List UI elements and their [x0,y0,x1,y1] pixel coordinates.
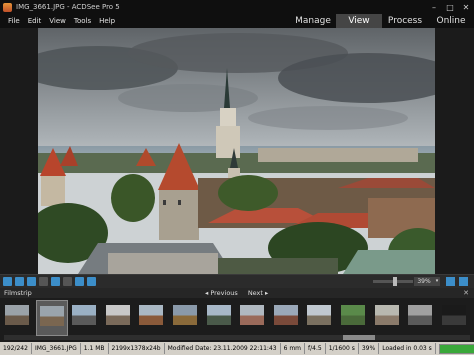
status-modified: Modified Date: 23.11.2009 22:11:43 [165,343,281,354]
previous-button[interactable]: ◂ Previous [205,289,238,297]
thumbnail-image [72,305,96,325]
menu-file[interactable]: File [8,17,20,25]
zoom-dropdown-arrow-icon[interactable]: ▾ [434,277,440,286]
main-photo [38,28,435,274]
status-bar: 192/242 IMG_3661.JPG 1.1 MB 2199x1378x24… [0,342,474,355]
filmstrip-thumb-10[interactable] [304,300,334,334]
close-button[interactable]: ✕ [458,2,474,13]
status-aperture: f/4.5 [305,343,326,354]
filmstrip-thumb-5[interactable] [136,300,166,334]
maximize-button[interactable]: □ [442,2,458,13]
thumbnail-image [341,305,365,325]
thumbnail-image [442,305,466,325]
nav-back-icon[interactable] [3,277,12,286]
filmstrip-thumb-3[interactable] [69,300,99,334]
filmstrip-thumb-12[interactable] [372,300,402,334]
thumbnail-image [274,305,298,325]
menu-tools[interactable]: Tools [74,17,91,25]
status-filename: IMG_3661.JPG [32,343,81,354]
thumbnail-image [307,305,331,325]
filmstrip-thumb-8[interactable] [237,300,267,334]
thumbnail-image [240,305,264,325]
rotate-left-icon[interactable] [27,277,36,286]
filmstrip-header: Filmstrip ◂ Previous Next ▸ ✕ [0,288,474,298]
thumbnail-image [40,306,64,326]
menu-bar: File Edit View Tools Help Manage View Pr… [0,14,474,28]
filmstrip-thumb-13[interactable] [405,300,435,334]
window-title: IMG_3661.JPG - ACDSee Pro 5 [16,3,120,11]
thumbnail-image [5,305,29,325]
mode-tabs: Manage View Process Online [290,14,474,28]
filmstrip [0,298,474,342]
menu-help[interactable]: Help [99,17,115,25]
menu-edit[interactable]: Edit [28,17,42,25]
thumbnail-image [106,305,130,325]
fit-icon[interactable] [87,277,96,286]
thumbnail-image [173,305,197,325]
filmstrip-thumb-1[interactable] [2,300,32,334]
image-viewer[interactable] [0,28,474,274]
tab-online[interactable]: Online [428,14,474,28]
tab-process[interactable]: Process [382,14,428,28]
thumbnail-image [207,305,231,325]
zoom-slider[interactable] [373,277,413,286]
status-filesize: 1.1 MB [81,343,109,354]
status-progress-bar [438,343,474,354]
tab-view[interactable]: View [336,14,382,28]
next-button[interactable]: Next ▸ [248,289,268,297]
filmstrip-label: Filmstrip [4,289,32,297]
filmstrip-thumb-9[interactable] [271,300,301,334]
filmstrip-close-icon[interactable]: ✕ [463,289,469,297]
fullscreen-icon[interactable] [459,277,468,286]
filmstrip-thumb-2[interactable] [36,300,68,336]
minimize-button[interactable]: – [426,2,442,13]
viewer-toolbar: 39% ▾ [0,274,474,288]
filmstrip-scrollbar[interactable] [4,335,470,340]
status-progress-fill [439,344,474,353]
menu-view[interactable]: View [49,17,66,25]
thumbnail-image [408,305,432,325]
info-icon[interactable] [75,277,84,286]
status-dimensions: 2199x1378x24b [109,343,165,354]
filmstrip-thumb-14[interactable] [439,300,469,334]
filmstrip-thumb-6[interactable] [170,300,200,334]
app-logo-icon [3,2,12,12]
status-shutter: 1/1600 s [326,343,359,354]
filmstrip-thumb-7[interactable] [204,300,234,334]
zoom-slider-handle[interactable] [393,277,397,286]
status-focal: 6 mm [281,343,306,354]
nav-forward-icon[interactable] [15,277,24,286]
filmstrip-scroll-thumb[interactable] [343,335,375,340]
window-controls: – □ ✕ [426,2,474,13]
status-position: 192/242 [0,343,32,354]
filmstrip-nav: ◂ Previous Next ▸ [205,289,268,297]
rotate-right-icon[interactable] [39,277,48,286]
title-bar: IMG_3661.JPG - ACDSee Pro 5 – □ ✕ [0,0,474,14]
save-icon[interactable] [63,277,72,286]
thumbnail-image [375,305,399,325]
thumbnail-image [139,305,163,325]
filmstrip-thumb-4[interactable] [103,300,133,334]
tab-manage[interactable]: Manage [290,14,336,28]
status-zoom: 39% [359,343,380,354]
fit-screen-icon[interactable] [446,277,455,286]
flip-icon[interactable] [51,277,60,286]
zoom-value-field[interactable]: 39% [414,277,434,286]
filmstrip-thumb-11[interactable] [338,300,368,334]
status-loaded: Loaded in 0.03 s [379,343,436,354]
